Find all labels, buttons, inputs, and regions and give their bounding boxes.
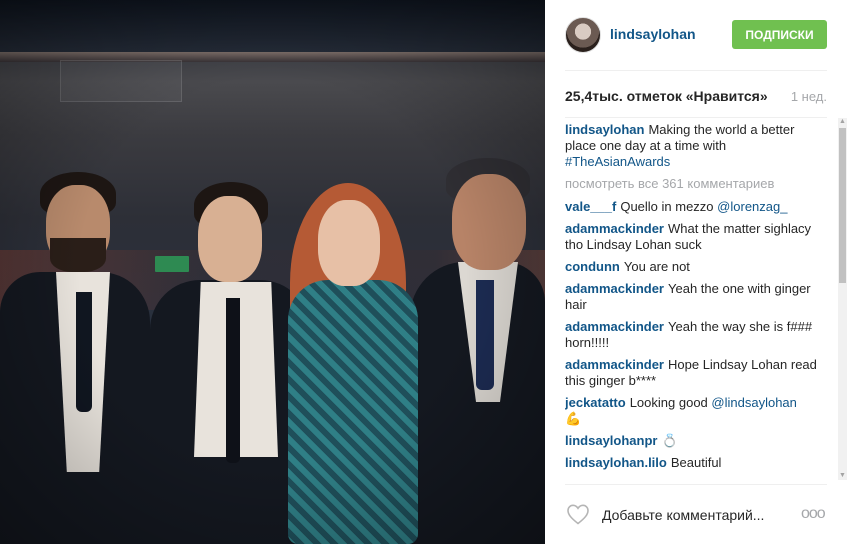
add-comment-input[interactable] [600, 505, 774, 525]
post-time[interactable]: 1 нед. [791, 89, 827, 104]
comments-list: lindsaylohan Making the world a better pl… [565, 122, 820, 480]
scroll-down-arrow-icon[interactable]: ▼ [839, 472, 846, 480]
post-photo[interactable] [0, 0, 545, 544]
comment: lindsaylohan.lilo Beautiful [565, 455, 820, 471]
comment-user[interactable]: adammackinder [565, 221, 664, 236]
follow-button[interactable]: ПОДПИСКИ [732, 20, 827, 49]
comments-scrollbar[interactable]: ▲ ▼ [838, 118, 847, 480]
comment-user[interactable]: adammackinder [565, 319, 664, 334]
comment-text: You are not [623, 259, 690, 274]
comment: adammackinder What the matter sighlacy th… [565, 221, 820, 253]
avatar[interactable] [565, 17, 601, 53]
caption: lindsaylohan Making the world a better pl… [565, 122, 820, 170]
caption-user[interactable]: lindsaylohan [565, 122, 644, 137]
comment-footer: ooo [545, 484, 847, 544]
likes-row: 25,4тыс. отметок «Нравится» 1 нед. [565, 88, 827, 106]
comment: vale___f Quello in mezzo @lorenzag_ [565, 199, 820, 215]
comment-text: Beautiful [670, 455, 722, 470]
comment: adammackinder Hope Lindsay Lohan read thi… [565, 357, 820, 389]
view-all-comments[interactable]: посмотреть все 361 комментариев [565, 176, 820, 192]
comment-mention[interactable]: @lorenzag_ [717, 199, 787, 214]
comment: adammackinder Yeah the way she is f### ho… [565, 319, 820, 351]
comment: jeckatatto Looking good @lindsaylohan 💪 [565, 395, 820, 427]
comment-text: Quello in mezzo [620, 199, 714, 214]
likes-count[interactable]: 25,4тыс. отметок «Нравится» [565, 88, 768, 104]
comment-user[interactable]: adammackinder [565, 357, 664, 372]
caption-hashtag[interactable]: #TheAsianAwards [565, 154, 670, 169]
comment-user[interactable]: condunn [565, 259, 620, 274]
heart-icon[interactable] [566, 503, 590, 525]
post-header: lindsaylohan ПОДПИСКИ [545, 0, 847, 70]
comment-user[interactable]: lindsaylohan.lilo [565, 455, 667, 470]
ring-emoji-icon: 💍 [661, 433, 678, 448]
scroll-up-arrow-icon[interactable]: ▲ [839, 118, 846, 126]
comment-mention[interactable]: @lindsaylohan [711, 395, 796, 410]
flexed-biceps-emoji-icon: 💪 [565, 411, 582, 426]
scroll-thumb[interactable] [839, 128, 846, 283]
comment: condunn You are not [565, 259, 820, 275]
author-username[interactable]: lindsaylohan [610, 26, 696, 42]
comment-text: Looking good [629, 395, 708, 410]
likes-divider [565, 117, 827, 118]
more-options-icon[interactable]: ooo [801, 506, 827, 522]
comment: lindsaylohanpr 💍 [565, 433, 820, 449]
post-side-panel: lindsaylohan ПОДПИСКИ 25,4тыс. отметок «… [545, 0, 847, 544]
comment-user[interactable]: lindsaylohanpr [565, 433, 657, 448]
header-divider [565, 70, 827, 71]
comment-user[interactable]: adammackinder [565, 281, 664, 296]
comment: adammackinder Yeah the one with ginger ha… [565, 281, 820, 313]
comment-user[interactable]: vale___f [565, 199, 616, 214]
photo-vignette [0, 0, 545, 544]
comment-user[interactable]: jeckatatto [565, 395, 626, 410]
